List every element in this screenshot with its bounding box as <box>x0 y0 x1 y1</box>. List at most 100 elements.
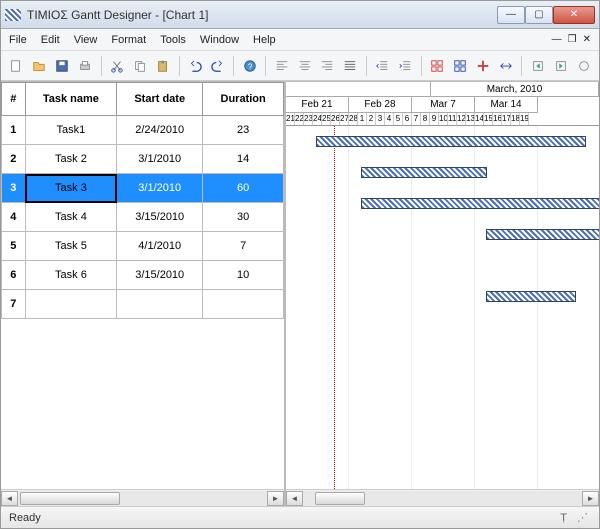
gantt-body[interactable] <box>286 126 599 489</box>
col-name[interactable]: Task name <box>25 83 116 116</box>
cut-icon[interactable] <box>108 56 127 76</box>
paste-icon[interactable] <box>154 56 173 76</box>
cell-duration[interactable]: 10 <box>203 261 284 290</box>
gantt-bar[interactable] <box>316 136 586 147</box>
menu-help[interactable]: Help <box>253 34 276 46</box>
scroll-right-icon[interactable]: ► <box>582 491 599 506</box>
refresh-icon[interactable] <box>574 56 593 76</box>
row-number[interactable]: 4 <box>2 203 26 232</box>
row-number[interactable]: 7 <box>2 290 26 319</box>
mdi-restore-icon[interactable]: ❐ <box>568 34 577 45</box>
app-icon <box>5 9 21 21</box>
table-row[interactable]: 4Task 43/15/201030 <box>2 203 284 232</box>
table-row[interactable]: 3Task 33/1/201060 <box>2 174 284 203</box>
table-row[interactable]: 2Task 23/1/201014 <box>2 145 284 174</box>
gantt-hscroll[interactable]: ◄ ► <box>286 489 599 506</box>
col-duration[interactable]: Duration <box>203 83 284 116</box>
menu-edit[interactable]: Edit <box>41 34 60 46</box>
cell-task-name[interactable]: Task 4 <box>25 203 116 232</box>
title-bar[interactable]: ΤΙΜΙΟΣ Gantt Designer - [Chart 1] — ▢ ✕ <box>1 1 599 29</box>
table-row[interactable]: 7 <box>2 290 284 319</box>
expand-icon[interactable] <box>496 56 515 76</box>
align-right-icon[interactable] <box>318 56 337 76</box>
outdent-icon[interactable] <box>373 56 392 76</box>
cell-start-date[interactable]: 3/15/2010 <box>117 203 203 232</box>
redo-icon[interactable] <box>208 56 227 76</box>
cell-duration[interactable]: 23 <box>203 116 284 145</box>
day-cell: 12 <box>457 113 466 125</box>
table-row[interactable]: 6Task 63/15/201010 <box>2 261 284 290</box>
row-number[interactable]: 6 <box>2 261 26 290</box>
task-grid[interactable]: # Task name Start date Duration 1Task12/… <box>1 82 284 489</box>
cell-start-date[interactable]: 3/1/2010 <box>117 174 203 203</box>
table-row[interactable]: 5Task 54/1/20107 <box>2 232 284 261</box>
mdi-close-icon[interactable]: ✕ <box>583 34 591 45</box>
cell-duration[interactable]: 14 <box>203 145 284 174</box>
gantt-bar[interactable] <box>486 291 576 302</box>
resize-grip-icon[interactable]: ⋰ <box>577 511 591 525</box>
fit-icon[interactable] <box>474 56 493 76</box>
day-cell: 6 <box>403 113 412 125</box>
minimize-button[interactable]: — <box>497 6 525 24</box>
row-number[interactable]: 3 <box>2 174 26 203</box>
undo-icon[interactable] <box>185 56 204 76</box>
gantt-bar[interactable] <box>361 198 599 209</box>
row-number[interactable]: 2 <box>2 145 26 174</box>
cell-duration[interactable] <box>203 290 284 319</box>
cell-duration[interactable]: 30 <box>203 203 284 232</box>
goto-today-icon[interactable] <box>551 56 570 76</box>
menu-view[interactable]: View <box>74 34 98 46</box>
copy-icon[interactable] <box>131 56 150 76</box>
align-left-icon[interactable] <box>272 56 291 76</box>
cell-duration[interactable]: 7 <box>203 232 284 261</box>
day-cell: 8 <box>421 113 430 125</box>
align-center-icon[interactable] <box>295 56 314 76</box>
mdi-minimize-icon[interactable]: — <box>552 34 562 45</box>
open-icon[interactable] <box>30 56 49 76</box>
cell-start-date[interactable]: 3/15/2010 <box>117 261 203 290</box>
close-button[interactable]: ✕ <box>553 6 595 24</box>
menu-window[interactable]: Window <box>200 34 239 46</box>
cell-start-date[interactable]: 3/1/2010 <box>117 145 203 174</box>
day-cell: 18 <box>511 113 520 125</box>
cell-task-name[interactable]: Task 3 <box>25 174 116 203</box>
maximize-button[interactable]: ▢ <box>525 6 553 24</box>
menu-file[interactable]: File <box>9 34 27 46</box>
row-number[interactable]: 5 <box>2 232 26 261</box>
zoom-out-icon[interactable] <box>428 56 447 76</box>
zoom-in-icon[interactable] <box>451 56 470 76</box>
cell-start-date[interactable]: 4/1/2010 <box>117 232 203 261</box>
gantt-bar[interactable] <box>486 229 599 240</box>
align-justify-icon[interactable] <box>341 56 360 76</box>
col-num[interactable]: # <box>2 83 26 116</box>
help-icon[interactable]: ? <box>240 56 259 76</box>
gantt-timeline[interactable]: March, 2010 Feb 21Feb 28Mar 7Mar 14 2122… <box>286 82 599 489</box>
timeline-header: March, 2010 Feb 21Feb 28Mar 7Mar 14 2122… <box>286 82 599 126</box>
cell-task-name[interactable]: Task 5 <box>25 232 116 261</box>
cell-start-date[interactable]: 2/24/2010 <box>117 116 203 145</box>
goto-start-icon[interactable] <box>528 56 547 76</box>
gantt-bar[interactable] <box>361 167 487 178</box>
cell-start-date[interactable] <box>117 290 203 319</box>
menu-tools[interactable]: Tools <box>160 34 186 46</box>
cell-task-name[interactable]: Task1 <box>25 116 116 145</box>
cell-duration[interactable]: 60 <box>203 174 284 203</box>
cell-task-name[interactable] <box>25 290 116 319</box>
save-icon[interactable] <box>53 56 72 76</box>
task-grid-pane: # Task name Start date Duration 1Task12/… <box>1 82 286 506</box>
table-row[interactable]: 1Task12/24/201023 <box>2 116 284 145</box>
cell-task-name[interactable]: Task 6 <box>25 261 116 290</box>
indent-icon[interactable] <box>396 56 415 76</box>
menu-format[interactable]: Format <box>111 34 146 46</box>
scroll-left-icon[interactable]: ◄ <box>286 491 303 506</box>
row-number[interactable]: 1 <box>2 116 26 145</box>
new-icon[interactable] <box>7 56 26 76</box>
col-start[interactable]: Start date <box>117 83 203 116</box>
scroll-left-icon[interactable]: ◄ <box>1 491 18 506</box>
day-cell: 23 <box>304 113 313 125</box>
cell-task-name[interactable]: Task 2 <box>25 145 116 174</box>
grid-hscroll[interactable]: ◄ ► <box>1 489 284 506</box>
print-icon[interactable] <box>76 56 95 76</box>
window-title: ΤΙΜΙΟΣ Gantt Designer - [Chart 1] <box>27 8 497 22</box>
scroll-right-icon[interactable]: ► <box>267 491 284 506</box>
